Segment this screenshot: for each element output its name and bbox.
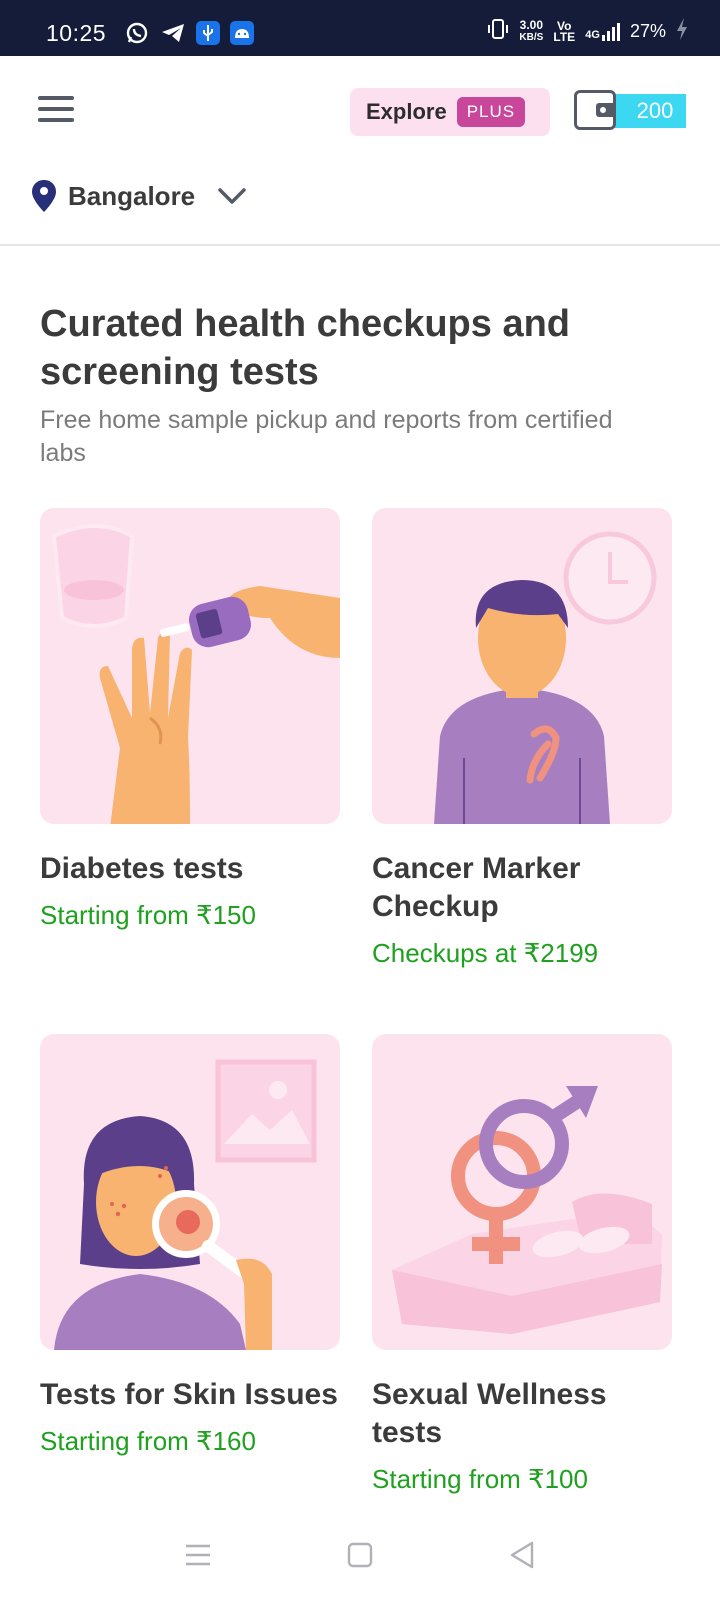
- card-sexual-wellness[interactable]: Sexual Wellness tests Starting from ₹100: [372, 1034, 672, 1495]
- explore-label: Explore: [366, 99, 447, 124]
- vibrate-icon: [487, 18, 509, 45]
- location-selector[interactable]: Bangalore: [32, 180, 247, 212]
- sexual-wellness-illustration: [372, 1034, 672, 1350]
- location-name: Bangalore: [68, 180, 196, 211]
- main-content: Curated health checkups and screening te…: [0, 246, 720, 1510]
- hamburger-menu-icon[interactable]: [38, 96, 74, 126]
- recent-apps-icon[interactable]: [182, 1539, 214, 1571]
- status-time: 10:25: [46, 20, 107, 46]
- chevron-down-icon: [217, 186, 247, 206]
- cancer-checkup-illustration: [372, 508, 672, 824]
- card-title: Cancer Marker Checkup: [372, 852, 581, 923]
- net-speed-value: 3.00: [519, 18, 543, 32]
- card-price: Starting from ₹100: [372, 1464, 588, 1494]
- net-speed-unit: KB/S: [519, 32, 544, 43]
- page-title: Curated health checkups and screening te…: [40, 303, 571, 393]
- page-subtitle: Free home sample pickup and reports from…: [40, 406, 613, 467]
- net-speed: 3.00 KB/S: [519, 18, 544, 43]
- back-icon[interactable]: [506, 1539, 538, 1571]
- battery-level: 27%: [629, 21, 666, 41]
- wallet-icon-dot: [600, 107, 606, 113]
- card-price: Starting from ₹160: [40, 1426, 256, 1456]
- card-title: Tests for Skin Issues: [40, 1378, 338, 1411]
- wallet-icon: [574, 90, 616, 130]
- android-debug-icon: [230, 21, 254, 45]
- card-title: Diabetes tests: [40, 852, 244, 885]
- whatsapp-icon: [124, 20, 150, 46]
- card-cancer-marker-checkup[interactable]: Cancer Marker Checkup Checkups at ₹2199: [372, 508, 672, 969]
- location-pin-icon: [32, 180, 56, 212]
- notification-icons: [124, 20, 254, 46]
- system-navigation-bar: [0, 1510, 720, 1600]
- diabetes-illustration: [40, 508, 340, 824]
- plus-badge: PLUS: [456, 97, 526, 127]
- status-bar: 10:25 3.00 KB/S Vo LTE 4G 27%: [0, 0, 720, 56]
- card-price: Starting from ₹150: [40, 900, 256, 930]
- network-type: 4G: [585, 28, 600, 41]
- explore-plus-button[interactable]: Explore PLUS: [350, 88, 550, 136]
- signal-icon: 4G: [585, 22, 620, 41]
- card-skin-issues[interactable]: Tests for Skin Issues Starting from ₹160: [40, 1034, 340, 1457]
- charging-icon: [676, 18, 688, 45]
- wallet-button[interactable]: 200: [574, 90, 690, 132]
- telegram-icon: [160, 20, 186, 46]
- card-diabetes-tests[interactable]: Diabetes tests Starting from ₹150: [40, 508, 340, 931]
- app-header: Explore PLUS 200 Bangalore: [0, 56, 720, 246]
- skin-issues-illustration: [40, 1034, 340, 1350]
- home-icon[interactable]: [344, 1539, 376, 1571]
- card-title: Sexual Wellness tests: [372, 1378, 607, 1449]
- card-price: Checkups at ₹2199: [372, 938, 599, 968]
- usb-icon: [196, 21, 220, 45]
- volte-label: Vo LTE: [553, 18, 576, 44]
- system-indicators: 3.00 KB/S Vo LTE 4G 27%: [487, 18, 688, 45]
- wallet-balance: 200: [614, 94, 686, 128]
